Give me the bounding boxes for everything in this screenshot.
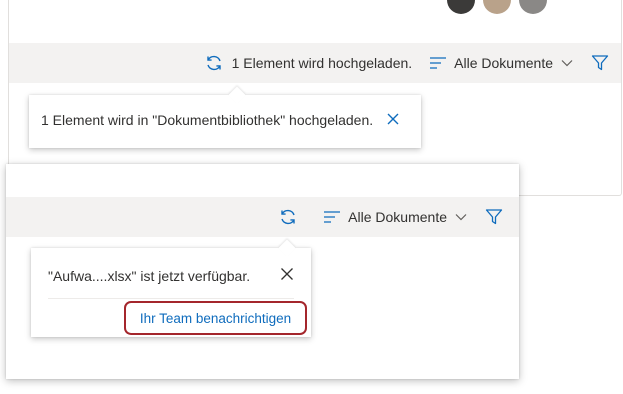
sync-icon [278, 207, 298, 227]
sync-status-text: 1 Element wird hochgeladen. [231, 55, 413, 71]
upload-progress-message: 1 Element wird in "Dokumentbibliothek" h… [41, 112, 374, 128]
file-available-message: "Aufwa....xlsx" ist jetzt verfügbar. [48, 268, 251, 284]
sync-status[interactable]: 1 Element wird hochgeladen. [204, 53, 413, 73]
view-list-icon [430, 56, 447, 70]
filter-button[interactable] [591, 54, 609, 72]
view-switcher-label: Alle Dokumente [454, 55, 553, 71]
view-switcher-label: Alle Dokumente [348, 209, 447, 225]
avatar[interactable] [483, 0, 511, 14]
close-icon[interactable] [280, 267, 294, 284]
filter-icon [485, 208, 503, 226]
notify-team-button[interactable]: Ihr Team benachrichtigen [124, 301, 307, 335]
filter-icon [591, 54, 609, 72]
avatar[interactable] [519, 0, 547, 14]
command-bar: 1 Element wird hochgeladen. Alle Dokumen… [9, 43, 621, 83]
divider [48, 298, 294, 299]
chevron-down-icon [455, 213, 467, 221]
chevron-down-icon [561, 59, 573, 67]
sync-status[interactable] [278, 207, 298, 227]
filter-button[interactable] [485, 208, 503, 226]
sync-icon [204, 53, 224, 73]
view-switcher[interactable]: Alle Dokumente [324, 209, 467, 225]
command-bar: Alle Dokumente [6, 197, 519, 237]
upload-progress-callout: 1 Element wird in "Dokumentbibliothek" h… [29, 86, 421, 148]
view-switcher[interactable]: Alle Dokumente [430, 55, 573, 71]
view-list-icon [324, 210, 341, 224]
avatar[interactable] [447, 0, 475, 14]
close-icon[interactable] [386, 112, 400, 129]
file-available-callout: "Aufwa....xlsx" ist jetzt verfügbar. Ihr… [31, 239, 311, 337]
